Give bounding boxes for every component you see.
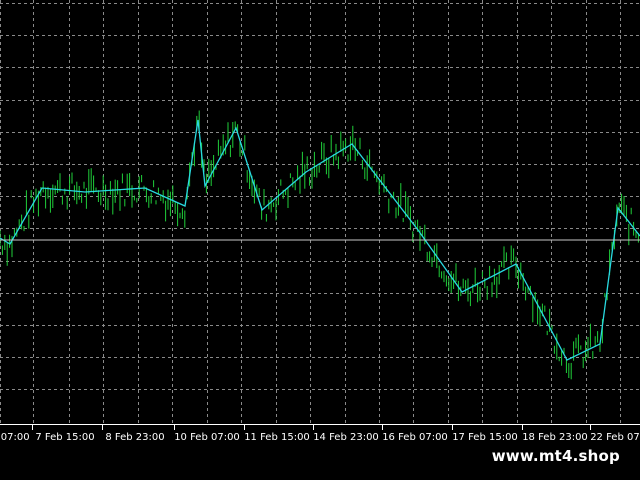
x-tick-label: 16 Feb 07:00 <box>382 432 448 443</box>
price-bars <box>0 110 639 380</box>
x-tick-label: 22 Feb 07:00 <box>590 432 640 443</box>
price-chart: 6 Feb 07:00 7 Feb 15:00 8 Feb 23:00 10 Feb … <box>0 0 640 443</box>
x-tick-label: 17 Feb 15:00 <box>452 432 518 443</box>
x-tick-label: 18 Feb 23:00 <box>522 432 588 443</box>
x-tick-label: 6 Feb 07:00 <box>0 432 30 443</box>
x-tick-label: 10 Feb 07:00 <box>174 432 240 443</box>
x-tick-label: 8 Feb 23:00 <box>105 432 164 443</box>
chart-grid <box>0 0 640 425</box>
x-axis-labels: 6 Feb 07:00 7 Feb 15:00 8 Feb 23:00 10 Feb … <box>0 424 640 443</box>
x-tick-label: 11 Feb 15:00 <box>244 432 310 443</box>
x-tick-label: 14 Feb 23:00 <box>313 432 379 443</box>
watermark-text: www.mt4.shop <box>481 443 630 469</box>
x-tick-label: 7 Feb 15:00 <box>35 432 94 443</box>
